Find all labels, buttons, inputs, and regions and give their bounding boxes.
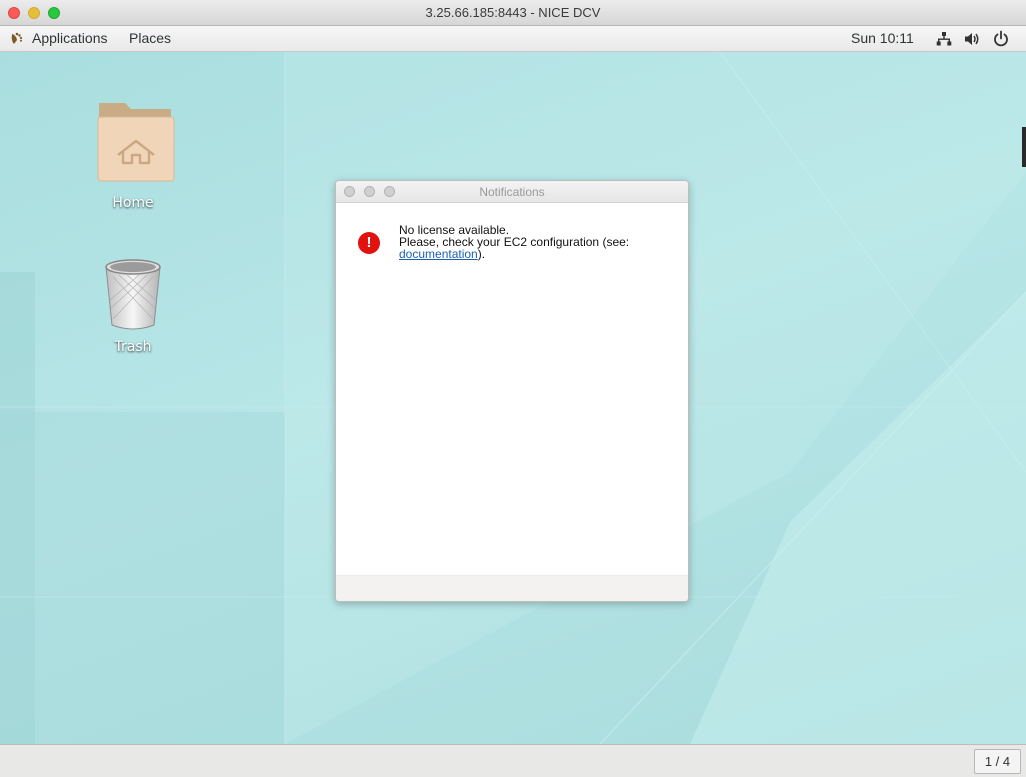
network-icon[interactable] [935,30,953,48]
message-line-3: documentation). [399,248,679,260]
applications-label: Applications [32,30,108,46]
window-edge-shadow [1022,127,1026,167]
notifications-footer [336,575,688,601]
trash-icon-label: Trash [114,339,152,355]
places-menu[interactable]: Places [129,30,171,46]
foot-icon [11,32,23,44]
applications-menu[interactable]: Applications [8,30,108,46]
message-line-3-suffix: ). [477,247,486,261]
volume-icon[interactable] [963,30,981,48]
home-folder-icon [97,103,175,182]
documentation-link[interactable]: documentation [399,247,478,261]
notifications-window: Notifications ! No license available. Pl… [335,180,689,602]
mac-window-titlebar: 3.25.66.185:8443 - NICE DCV [0,0,1026,26]
power-icon[interactable] [992,30,1010,48]
desktop-icon-trash[interactable]: Trash [83,257,183,355]
error-icon: ! [358,232,380,254]
workspace-switcher[interactable]: 1 / 4 [974,749,1021,774]
notifications-titlebar: Notifications [336,181,688,203]
home-icon-label: Home [112,195,154,211]
clock[interactable]: Sun 10:11 [851,30,914,46]
notifications-title: Notifications [479,185,545,199]
notification-message: No license available. Please, check your… [399,224,679,260]
bottom-panel: 1 / 4 [0,744,1026,777]
window-title: 3.25.66.185:8443 - NICE DCV [425,5,601,20]
trash-icon [105,259,161,330]
desktop-icon-home[interactable]: Home [83,97,183,211]
gnome-top-bar: Applications Places Sun 10:11 [0,26,1026,52]
